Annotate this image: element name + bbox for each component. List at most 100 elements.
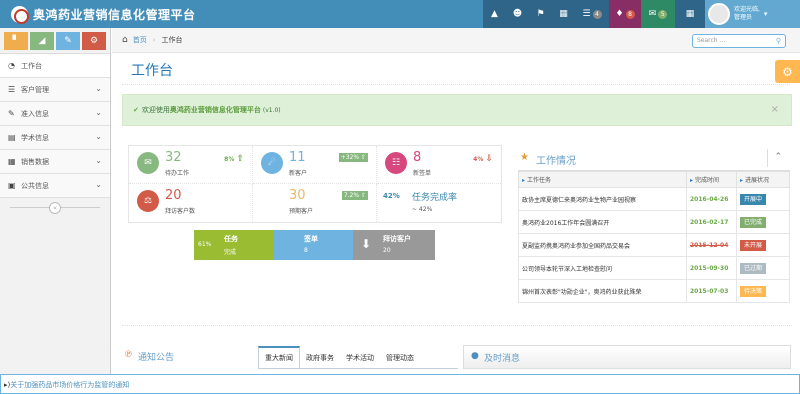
close-icon[interactable]: × (771, 104, 779, 115)
picture-icon: ▣ (8, 181, 16, 190)
widget-title: 工作情况 (536, 156, 576, 167)
stat-number: 20 (165, 188, 182, 203)
news-ticker[interactable]: ▸)关于加强药品市场价格行为监管的通知 (0, 374, 800, 394)
sidebar-item-access[interactable]: ✎ 准入信息 ⌄ (0, 102, 110, 126)
date-cell: 2015-09-30 (686, 256, 737, 280)
stat-sub: ~ 42% (412, 206, 433, 213)
pencil-icon[interactable]: ✎ (56, 31, 80, 50)
megaphone-icon[interactable]: ▲ (483, 0, 506, 28)
task-cell: 公司领导本轮节深入工地检查慰问 (518, 256, 687, 280)
rss-icon: ℗ (124, 350, 133, 360)
sidebar-item-label: 准入信息 (21, 109, 49, 118)
column-header-status[interactable]: ▸ 进展状况 (736, 171, 790, 188)
signal-icon[interactable]: ▘ (4, 31, 28, 50)
flag-icon[interactable]: ⚑ (529, 0, 552, 28)
chevron-down-icon: ⌄ (95, 180, 102, 189)
stat-completion[interactable]: 42% 任务完成率 ~ 42% (377, 184, 501, 222)
search-input[interactable]: Search ... ⚲ (692, 34, 786, 48)
sidebar-item-customers[interactable]: ☰ 客户管理 ⌄ (0, 78, 110, 102)
messages-button[interactable]: ✉ 5 (641, 0, 675, 28)
stat-new-orders[interactable]: ☷ 8 新签单 4% ⇩ (377, 146, 501, 184)
sidebar-shortcuts: ▘ ◢ ✎ ⚙ (0, 28, 110, 54)
stat-label: 任务完成率 (412, 193, 458, 203)
status-badge: 待决策 (740, 285, 767, 297)
download-icon: ⬇ (361, 237, 372, 251)
notifications-count-badge: 8 (625, 9, 635, 19)
table-row[interactable]: 锦州首次表彰"功勋企业"，奥鸿药业获此殊荣 2015-07-03 待决策 (518, 279, 790, 303)
column-header-task[interactable]: ▸ 工作任务 (518, 171, 687, 188)
table-row[interactable]: 奥鸿药业2016工作年会圆满召开 2016-02-17 已完成 (518, 210, 790, 234)
settings-gear-icon[interactable]: ⚙ (775, 60, 800, 83)
caret-right-icon: ▸ (740, 177, 744, 184)
stat-label: 待办工作 (165, 170, 190, 177)
stat-expected-customers[interactable]: 30 预期客户 7.2% ⇧ (253, 184, 377, 222)
tile-orders[interactable]: 签单 8 (273, 230, 353, 260)
ticker-text[interactable]: 关于加强药品市场价格行为监管的通知 (10, 381, 129, 389)
sidebar-item-academic[interactable]: ▤ 学术信息 ⌄ (0, 126, 110, 150)
stat-new-customers[interactable]: ☄ 11 新客户 +32% ⇧ (253, 146, 377, 184)
stat-label: 预期客户 (289, 208, 314, 215)
alert-version: (v1.0) (262, 106, 281, 114)
tile-sub: 20 (383, 247, 391, 254)
stat-change: 7.2% ⇧ (341, 191, 368, 200)
stats-box: ✉ 32 待办工作 8% ⇧ ☄ 11 新客户 +32% ⇧ ☷ 8 新签单 4… (128, 145, 502, 223)
tile-tasks[interactable]: 61% 任务 完成 (194, 230, 273, 260)
stat-todo[interactable]: ✉ 32 待办工作 8% ⇧ (129, 146, 253, 184)
page-title: 工作台 (131, 63, 173, 79)
breadcrumb: ⌂ 首页 › 工作台 Search ... ⚲ (112, 28, 800, 53)
list-alt-icon: ▤ (8, 133, 16, 142)
task-cell: 奥鸿药业2016工作年会圆满召开 (518, 210, 687, 234)
calendar-icon: ▦ (8, 157, 16, 166)
notifications-button[interactable]: ♦ 8 (609, 0, 641, 28)
user-role: 管理员 (734, 14, 753, 21)
menu-icon[interactable]: ▦ (675, 0, 705, 28)
stat-visits[interactable]: ⚖ 20 拜访客户数 (129, 184, 253, 222)
status-badge: 已过期 (740, 262, 767, 274)
star-icon: ★ (520, 152, 529, 163)
chevron-down-icon: ⌄ (95, 132, 102, 141)
column-header-date[interactable]: ▸ 完成时间 (686, 171, 737, 188)
breadcrumb-home-link[interactable]: 首页 (133, 35, 147, 45)
table-row[interactable]: 夏副监药携奥鸿药业参加全国药品交易会 2015-12-04 未开展 (518, 233, 790, 257)
tasks-button[interactable]: ☰ 4 (575, 0, 609, 28)
stat-change: 4% ⇩ (473, 154, 493, 164)
table-row[interactable]: 政协主席夏德仁来奥鸿药业生物产业园视察 2016-04-26 开展中 (518, 187, 790, 211)
tab-management[interactable]: 管理动态 (380, 348, 420, 368)
caret-right-icon: ▸ (522, 177, 526, 184)
status-cell: 待决策 (736, 279, 790, 303)
stat-number: 30 (289, 188, 306, 203)
cogs-icon[interactable]: ⚙ (82, 31, 106, 50)
welcome-alert: ✔ 欢迎使用 奥鸿药业营销信息化管理平台 (v1.0) × (122, 94, 792, 126)
table-row[interactable]: 公司领导本轮节深入工地检查慰问 2015-09-30 已过期 (518, 256, 790, 280)
app-title[interactable]: 奥鸿药业营销信息化管理平台 (33, 6, 196, 23)
sidebar-item-public[interactable]: ▣ 公共信息 ⌄ (0, 174, 110, 198)
task-cell: 夏副监药携奥鸿药业参加全国药品交易会 (518, 233, 687, 257)
sidebar-item-dashboard[interactable]: ◔ 工作台 (0, 54, 110, 78)
chevron-up-icon[interactable]: ⌃ (774, 152, 782, 162)
stat-change: +32% ⇧ (338, 153, 368, 162)
alert-prefix: 欢迎使用 (141, 106, 170, 114)
date-cell: 2016-02-17 (686, 210, 737, 234)
caret-right-icon: ▸ (690, 177, 694, 184)
top-navbar: 奥鸿药业营销信息化管理平台 ▲ ☻ ⚑ ▦ ☰ 4 ♦ 8 ✉ 5 ▦ 欢迎光临, 管… (0, 0, 800, 28)
tab-academic[interactable]: 学术活动 (340, 348, 380, 368)
status-cell: 已完成 (736, 210, 790, 234)
calendar-icon[interactable]: ▦ (552, 0, 575, 28)
stat-change: 8% ⇧ (224, 154, 244, 164)
home-icon[interactable]: ⌂ (122, 35, 128, 45)
chart-icon[interactable]: ◢ (30, 31, 54, 50)
dashboard-icon: ◔ (8, 61, 15, 70)
stat-number: 8 (413, 150, 422, 165)
company-logo[interactable] (11, 6, 29, 24)
tile-visits[interactable]: ⬇ 拜访客户 20 (353, 230, 435, 260)
collapse-icon[interactable]: « (49, 202, 61, 214)
widget-header: ★ 工作情况 ⌃ (518, 145, 790, 171)
bell-icon: ♦ (615, 9, 624, 19)
tab-major-news[interactable]: 重大新闻 (258, 346, 300, 368)
user-menu[interactable]: 欢迎光临, 管理员 ▾ (705, 0, 800, 28)
flask-icon: ⚖ (137, 190, 159, 212)
tab-government[interactable]: 政府事务 (300, 348, 340, 368)
user-icon[interactable]: ☻ (506, 0, 529, 28)
tasks-count-badge: 4 (592, 9, 602, 19)
sidebar-item-sales[interactable]: ▦ 销售数据 ⌄ (0, 150, 110, 174)
